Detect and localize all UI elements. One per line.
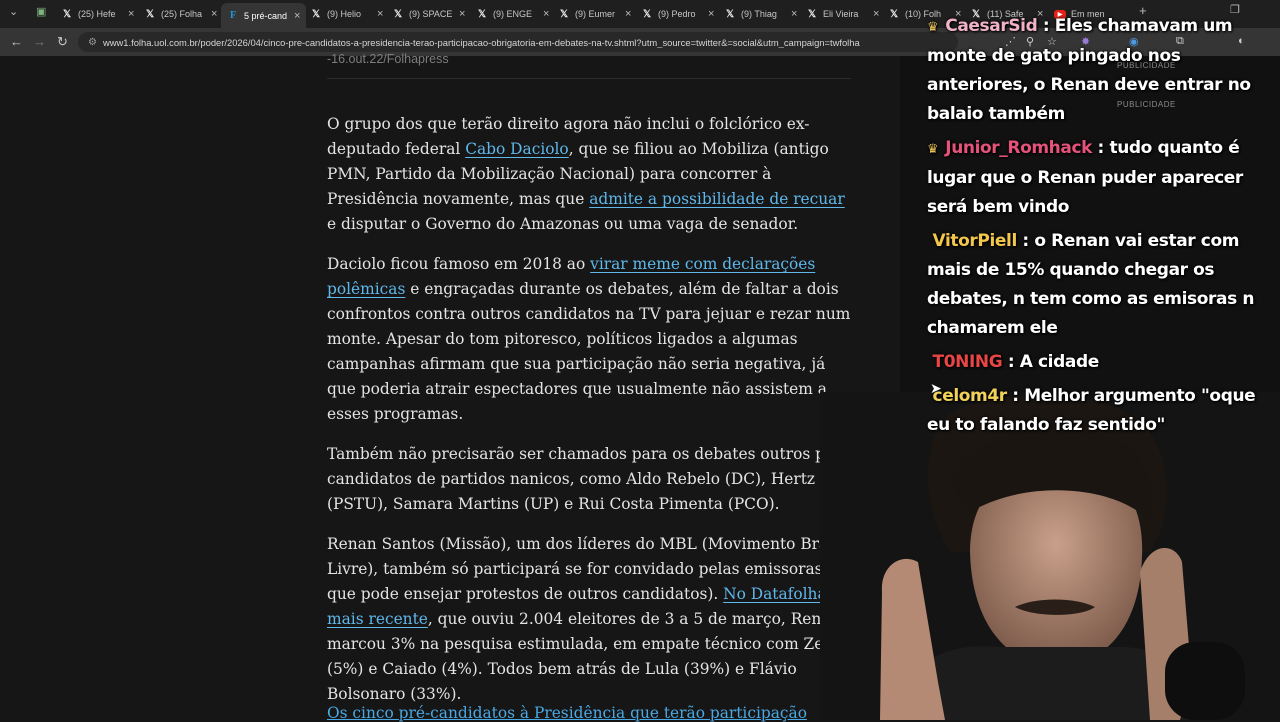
article-text: e engraçadas durante os debates, além de… <box>327 280 851 423</box>
x-icon: 𝕏 <box>62 8 72 20</box>
close-tab-icon[interactable]: × <box>211 8 217 20</box>
close-tab-icon[interactable]: × <box>128 8 134 20</box>
tab-title: (9) Pedro <box>658 9 696 19</box>
reload-button[interactable]: ↻ <box>57 34 68 50</box>
browser-tab[interactable]: 𝕏 (9) Helio × <box>310 4 383 24</box>
browser-tab[interactable]: 𝕏 (9) Pedro × <box>641 4 714 24</box>
tab-title: 5 pré-cand <box>244 10 288 21</box>
chat-message: VitorPiell : o Renan vai estar com mais … <box>927 231 1255 338</box>
tab-title: (9) SPACE <box>409 9 453 19</box>
crown-badge-icon: ♛ <box>927 142 939 157</box>
x-icon: 𝕏 <box>642 8 652 20</box>
browser-tab[interactable]: 𝕏 (9) Eumer × <box>558 4 631 24</box>
close-tab-icon[interactable]: × <box>459 8 465 20</box>
x-icon: 𝕏 <box>889 8 899 20</box>
chat-username: CaesarSid <box>945 16 1038 36</box>
browser-tab[interactable]: 𝕏 (9) Thiag × <box>724 4 797 24</box>
article-paragraph: Também não precisarão ser chamados para … <box>327 442 855 517</box>
tab-title: (9) Helio <box>327 9 362 19</box>
article-paragraph: Daciolo ficou famoso em 2018 ao virar me… <box>327 252 855 427</box>
tab-title: Eli Vieira <box>823 9 859 19</box>
chat-username: T0NING <box>932 352 1003 372</box>
article-paragraph: Renan Santos (Missão), um dos líderes do… <box>327 532 855 707</box>
url-text: www1.folha.uol.com.br/poder/2026/04/cinc… <box>102 36 860 48</box>
x-icon: 𝕏 <box>725 8 735 20</box>
chat-username: Junior_Romhack <box>945 138 1093 158</box>
chat-message: celom4r : Melhor argumento "oque eu to f… <box>927 386 1256 435</box>
article-link[interactable]: admite a possibilidade de recuar <box>589 190 845 208</box>
folha-icon: F <box>229 10 237 21</box>
address-bar[interactable]: ⚙ www1.folha.uol.com.br/poder/2026/04/ci… <box>78 32 958 52</box>
chat-username: VitorPiell <box>932 231 1018 251</box>
site-info-icon[interactable]: ⚙ <box>88 37 97 48</box>
article-text: Também não precisarão ser chamados para … <box>327 445 855 513</box>
tab-search-icon[interactable]: ⌄ <box>9 5 18 18</box>
x-icon: 𝕏 <box>559 8 569 20</box>
article-text: Daciolo ficou famoso em 2018 ao <box>327 255 591 273</box>
close-tab-icon[interactable]: × <box>873 8 879 20</box>
article-paragraph: O grupo dos que terão direito agora não … <box>327 112 855 237</box>
tab-title: (9) Thiag <box>741 9 777 19</box>
divider <box>327 78 851 79</box>
stream-chat-overlay: ♛ CaesarSid : Eles chamavam um monte de g… <box>927 12 1272 445</box>
x-icon: 𝕏 <box>311 8 321 20</box>
chat-message: ♛ CaesarSid : Eles chamavam um monte de g… <box>927 16 1251 124</box>
crown-badge-icon: ♛ <box>927 20 939 35</box>
article-link[interactable]: Cabo Daciolo <box>465 140 568 158</box>
article-text: e disputar o Governo do Amazonas ou uma … <box>327 215 799 233</box>
tab-title: (25) Hefe <box>78 9 116 19</box>
chat-message: ♛ Junior_Romhack : tudo quanto é lugar qu… <box>927 138 1243 217</box>
browser-tab[interactable]: 𝕏 (25) Hefe × <box>61 4 134 24</box>
browser-tab[interactable]: 𝕏 Eli Vieira × <box>806 4 879 24</box>
browser-tab[interactable]: F 5 pré-cand × <box>221 3 307 28</box>
back-button[interactable]: ← <box>10 34 23 49</box>
forward-button[interactable]: → <box>33 34 46 49</box>
close-tab-icon[interactable]: × <box>294 10 300 22</box>
photo-credit: -16.out.22/Folhapress <box>327 52 449 66</box>
workspaces-icon[interactable]: ▣ <box>36 5 46 18</box>
browser-tab[interactable]: 𝕏 (25) Folha × <box>144 4 217 24</box>
related-article-link[interactable]: Os cinco pré-candidatos à Presidência qu… <box>327 704 807 722</box>
tab-title: (9) ENGE <box>493 9 533 19</box>
x-icon: 𝕏 <box>393 8 403 20</box>
x-icon: 𝕏 <box>145 8 155 20</box>
close-tab-icon[interactable]: × <box>791 8 797 20</box>
chat-text: A cidade <box>1019 352 1100 372</box>
tab-title: (25) Folha <box>161 9 203 19</box>
x-icon: 𝕏 <box>807 8 817 20</box>
mouse-cursor-icon: ➤ <box>930 380 942 396</box>
browser-tab[interactable]: 𝕏 (9) SPACE × <box>392 4 465 24</box>
chat-message: T0NING : A cidade <box>932 352 1100 372</box>
close-tab-icon[interactable]: × <box>543 8 549 20</box>
x-icon: 𝕏 <box>477 8 487 20</box>
chat-username: celom4r <box>932 386 1008 406</box>
close-tab-icon[interactable]: × <box>708 8 714 20</box>
browser-tab[interactable]: 𝕏 (9) ENGE × <box>476 4 549 24</box>
close-tab-icon[interactable]: × <box>377 8 383 20</box>
close-tab-icon[interactable]: × <box>625 8 631 20</box>
tab-title: (9) Eumer <box>575 9 616 19</box>
